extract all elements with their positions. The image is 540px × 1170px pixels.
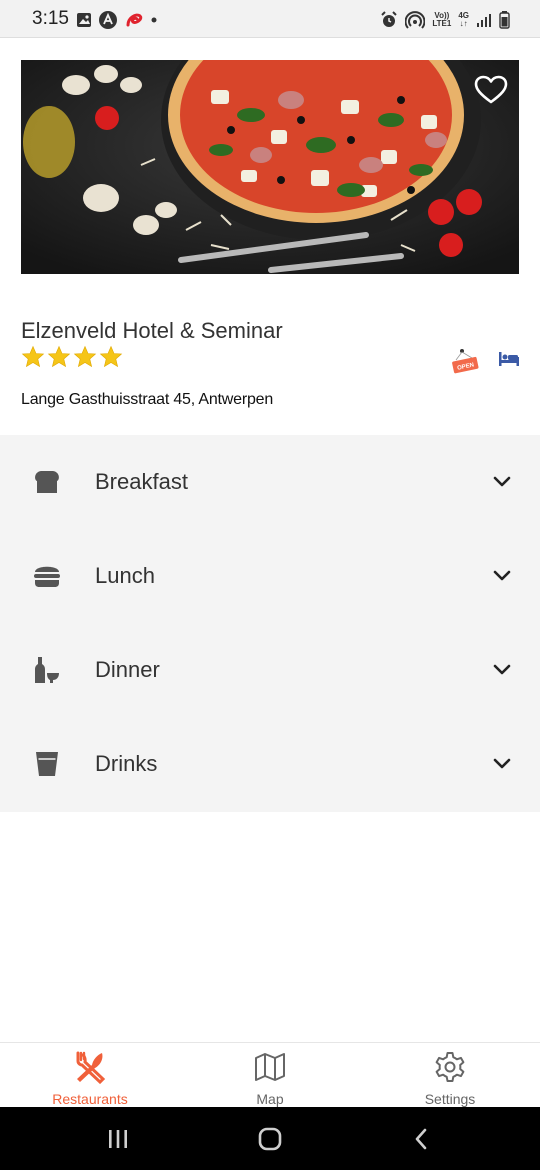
star-icon [73, 345, 97, 368]
tab-map[interactable]: Map [180, 1043, 360, 1108]
data-arrows-icon: ↓↑ [459, 19, 468, 28]
hotel-card: Elzenveld Hotel & Seminar OPEN Lange Gas… [0, 39, 540, 435]
chevron-down-icon[interactable] [492, 660, 512, 680]
bread-icon [32, 467, 62, 497]
system-navigation-bar [0, 1107, 540, 1170]
menu-label-breakfast: Breakfast [95, 469, 188, 494]
tab-label-map: Map [256, 1091, 284, 1107]
menu-label-drinks: Drinks [95, 751, 158, 776]
app-screen: 3:15 Vo)) LTE1 4G ↓↑ Elzenveld Hotel & S… [0, 0, 540, 1170]
lte-text: LTE1 [432, 19, 452, 28]
airtel-icon [124, 10, 144, 30]
tab-label-restaurants: Restaurants [52, 1091, 128, 1107]
menu-item-drinks[interactable]: Drinks [0, 717, 540, 811]
volte-indicator: Vo)) LTE1 [432, 12, 451, 28]
star-rating [21, 345, 123, 369]
app-a-icon [98, 10, 118, 30]
recent-apps-icon [109, 1129, 127, 1148]
tab-settings[interactable]: Settings [360, 1043, 540, 1108]
hotspot-icon [405, 10, 426, 30]
gear-icon [434, 1050, 466, 1084]
star-icon [47, 345, 71, 368]
status-bar: 3:15 Vo)) LTE1 4G ↓↑ [0, 0, 540, 38]
back-icon [415, 1128, 427, 1149]
menu-item-lunch[interactable]: Lunch [0, 529, 540, 623]
image-icon [76, 12, 92, 28]
home-icon [258, 1127, 282, 1150]
chevron-down-icon[interactable] [492, 566, 512, 586]
star-icon [99, 345, 123, 368]
star-icon [21, 345, 45, 368]
tab-restaurants[interactable]: Restaurants [0, 1043, 180, 1108]
back-button[interactable] [381, 1107, 461, 1170]
utensils-icon [73, 1050, 107, 1084]
favorite-button[interactable] [474, 73, 508, 107]
map-icon [254, 1050, 286, 1084]
cup-icon [32, 749, 62, 779]
status-time: 3:15 [32, 8, 69, 29]
recent-apps-button[interactable] [78, 1107, 158, 1170]
battery-icon [499, 11, 510, 29]
open-sign-icon: OPEN [452, 348, 480, 383]
heart-outline-icon [474, 75, 508, 104]
chevron-down-icon[interactable] [492, 472, 512, 492]
network-type-indicator: 4G ↓↑ [458, 12, 469, 28]
burger-icon [32, 561, 62, 591]
hotel-address: Lange Gasthuisstraat 45, Antwerpen [21, 391, 274, 408]
menu-item-breakfast[interactable]: Breakfast [0, 435, 540, 529]
home-button[interactable] [230, 1107, 310, 1170]
signal-icon [476, 12, 492, 28]
chevron-down-icon[interactable] [492, 754, 512, 774]
status-left-icons [76, 10, 158, 30]
bed-icon [498, 351, 520, 372]
alarm-icon [380, 11, 398, 29]
menu-label-lunch: Lunch [95, 563, 155, 588]
tab-label-settings: Settings [424, 1091, 476, 1107]
hotel-photo [21, 60, 519, 274]
notification-dot [150, 16, 158, 24]
hotel-name: Elzenveld Hotel & Seminar [21, 318, 283, 343]
menu-item-dinner[interactable]: Dinner [0, 623, 540, 717]
menu-categories: Breakfast Lunch Dinner Drinks [0, 435, 540, 812]
menu-label-dinner: Dinner [95, 657, 160, 682]
status-right-icons: Vo)) LTE1 4G ↓↑ [380, 10, 510, 30]
bottom-navigation: Restaurants Map Settings [0, 1042, 540, 1107]
wine-bottle-glass-icon [32, 655, 62, 685]
